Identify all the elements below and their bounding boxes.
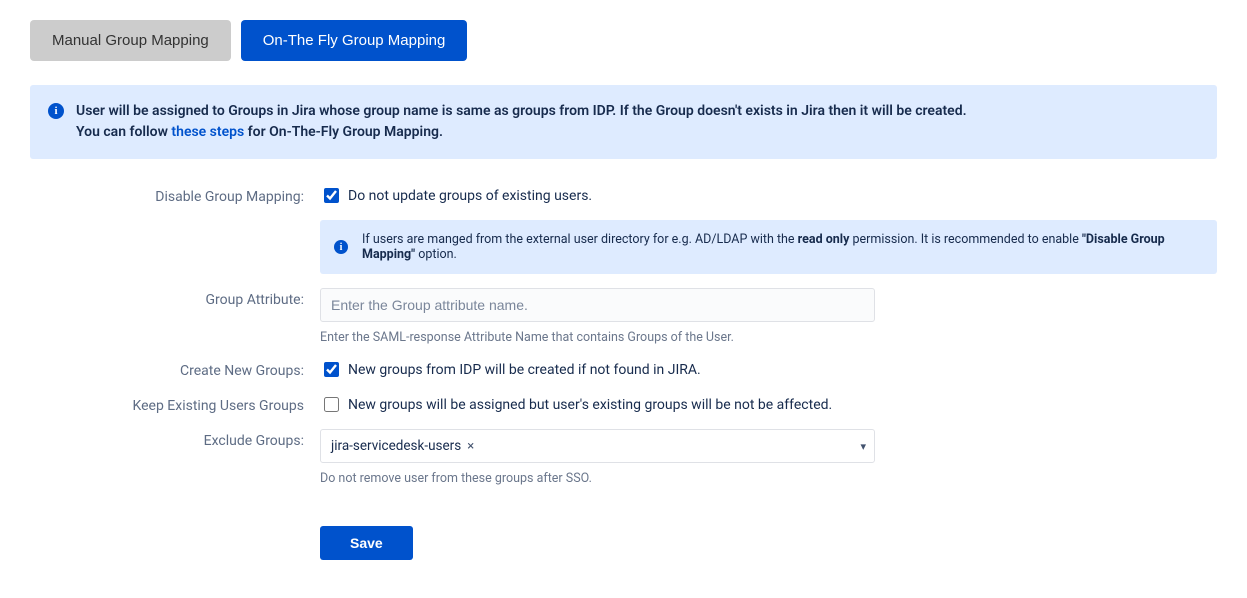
row-keep-existing: Keep Existing Users Groups New groups wi…: [30, 394, 1217, 415]
sub-info-text: If users are manged from the external us…: [362, 232, 1203, 262]
info-banner: i User will be assigned to Groups in Jir…: [30, 85, 1217, 159]
these-steps-link[interactable]: these steps: [171, 124, 244, 140]
row-group-attribute: Group Attribute: Enter the SAML-response…: [30, 288, 1217, 345]
label-create-new-groups: Create New Groups:: [30, 359, 320, 379]
checkbox-wrap-keep-existing[interactable]: New groups will be assigned but user's e…: [320, 394, 1217, 415]
sub-info-bold1: read only: [798, 232, 850, 247]
label-exclude-groups: Exclude Groups:: [30, 429, 320, 449]
chip-remove-icon[interactable]: ×: [465, 439, 476, 454]
info-banner-message: User will be assigned to Groups in Jira …: [76, 101, 967, 143]
label-disable-group-mapping: Disable Group Mapping:: [30, 185, 320, 205]
info-icon: i: [334, 240, 348, 254]
sub-info-mid: permission. It is recommended to enable: [849, 232, 1082, 247]
checkbox-wrap-create-new-groups[interactable]: New groups from IDP will be created if n…: [320, 359, 1217, 380]
info-icon: i: [48, 103, 64, 119]
info-banner-line1: User will be assigned to Groups in Jira …: [76, 103, 967, 119]
row-exclude-groups: Exclude Groups: jira-servicedesk-users ×…: [30, 429, 1217, 486]
sub-info-prefix: If users are manged from the external us…: [362, 232, 798, 247]
info-banner-line2-prefix: You can follow: [76, 124, 171, 140]
chip-label: jira-servicedesk-users: [331, 438, 461, 454]
label-keep-existing: Keep Existing Users Groups: [30, 394, 320, 414]
checkbox-keep-existing[interactable]: [324, 397, 339, 412]
sub-info-disable-group-mapping: i If users are manged from the external …: [320, 220, 1217, 274]
label-group-attribute: Group Attribute:: [30, 288, 320, 308]
form-area: Disable Group Mapping: Do not update gro…: [30, 185, 1217, 560]
tabs-container: Manual Group Mapping On-The Fly Group Ma…: [30, 20, 1217, 61]
save-button[interactable]: Save: [320, 526, 413, 560]
row-save: Save: [30, 500, 1217, 560]
info-banner-line2-suffix: for On-The-Fly Group Mapping.: [244, 124, 443, 140]
help-exclude-groups: Do not remove user from these groups aft…: [320, 471, 1217, 486]
row-disable-group-mapping: Disable Group Mapping: Do not update gro…: [30, 185, 1217, 274]
help-group-attribute: Enter the SAML-response Attribute Name t…: [320, 330, 1217, 345]
row-create-new-groups: Create New Groups: New groups from IDP w…: [30, 359, 1217, 380]
checkbox-disable-group-mapping[interactable]: [324, 188, 339, 203]
sub-info-suffix: option.: [415, 247, 457, 262]
tab-on-the-fly-group-mapping[interactable]: On-The Fly Group Mapping: [241, 20, 468, 61]
input-group-attribute[interactable]: [320, 288, 875, 322]
checkbox-label-create-new-groups: New groups from IDP will be created if n…: [348, 362, 701, 378]
chevron-down-icon[interactable]: ▾: [860, 440, 866, 453]
checkbox-label-disable-group-mapping: Do not update groups of existing users.: [348, 188, 592, 204]
checkbox-label-keep-existing: New groups will be assigned but user's e…: [348, 397, 832, 413]
checkbox-wrap-disable-group-mapping[interactable]: Do not update groups of existing users.: [320, 185, 1217, 206]
checkbox-create-new-groups[interactable]: [324, 362, 339, 377]
tab-manual-group-mapping[interactable]: Manual Group Mapping: [30, 20, 231, 61]
exclude-groups-select[interactable]: jira-servicedesk-users × ▾: [320, 429, 875, 463]
chip-exclude-group: jira-servicedesk-users ×: [329, 436, 478, 456]
